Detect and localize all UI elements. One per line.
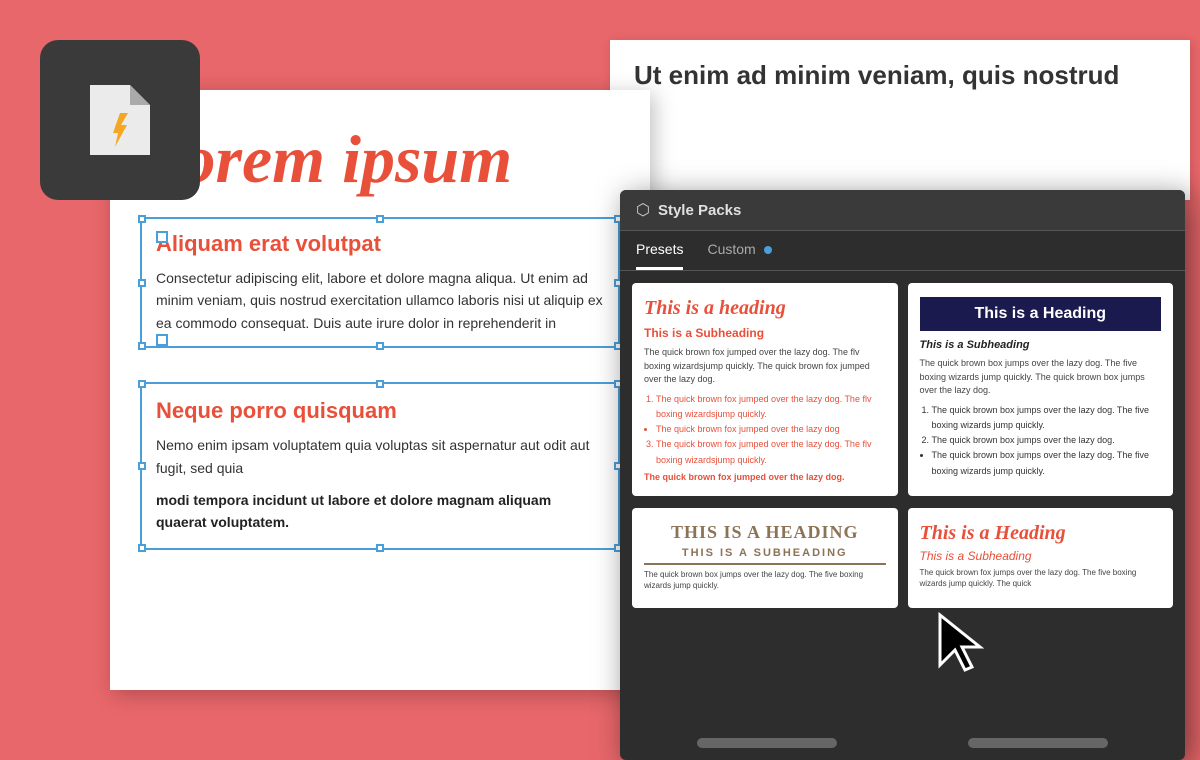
handle2-tl[interactable]: [138, 380, 146, 388]
handle2-lm[interactable]: [138, 462, 146, 470]
section1-body: Consectetur adipiscing elit, labore et d…: [156, 267, 604, 334]
card2-list-item-1: The quick brown box jumps over the lazy …: [932, 403, 1162, 434]
bottom-card-2[interactable]: This is a Heading This is a Subheading T…: [908, 508, 1174, 608]
bottom-card-1[interactable]: THIS IS A HEADING THIS IS A SUBHEADING T…: [632, 508, 898, 608]
style-card-2[interactable]: This is a Heading This is a Subheading T…: [908, 283, 1174, 496]
card1-body: The quick brown fox jumped over the lazy…: [644, 346, 886, 387]
style-cards-grid: This is a heading This is a Subheading T…: [620, 271, 1185, 508]
handle2-bm[interactable]: [376, 544, 384, 552]
bottom-card1-subheading: THIS IS A SUBHEADING: [644, 547, 886, 565]
scrollbar-left[interactable]: [697, 738, 837, 748]
handle-bm[interactable]: [376, 342, 384, 350]
selection-box-1[interactable]: Aliquam erat volutpat Consectetur adipis…: [140, 217, 620, 348]
bottom-cards: THIS IS A HEADING THIS IS A SUBHEADING T…: [620, 508, 1185, 620]
card2-heading-box: This is a Heading: [920, 297, 1162, 331]
cursor-arrow: [930, 605, 990, 680]
card2-list: The quick brown box jumps over the lazy …: [920, 403, 1162, 479]
document-title: Lorem ipsum: [140, 120, 620, 199]
card1-list-item-1: The quick brown fox jumped over the lazy…: [656, 392, 886, 423]
card2-list-item-2: The quick brown box jumps over the lazy …: [932, 433, 1162, 448]
card2-subheading: This is a Subheading: [920, 339, 1162, 351]
app-icon: [40, 40, 200, 200]
selection-box-2[interactable]: Neque porro quisquam Nemo enim ipsam vol…: [140, 382, 620, 550]
card1-bold: The quick brown fox jumped over the lazy…: [644, 472, 886, 482]
section2-bold: modi tempora incidunt ut labore et dolor…: [156, 489, 604, 534]
bg-doc-subtext: ...: [634, 99, 1166, 120]
bottom-card2-body: The quick brown fox jumps over the lazy …: [920, 567, 1162, 589]
bottom-card2-subheading: This is a Subheading: [920, 549, 1162, 563]
handle2-tm[interactable]: [376, 380, 384, 388]
bottom-card1-body: The quick brown box jumps over the lazy …: [644, 569, 886, 591]
scrollbar-right[interactable]: [968, 738, 1108, 748]
bottom-card1-heading: THIS IS A HEADING: [644, 522, 886, 543]
card1-list-item-3: The quick brown fox jumped over the lazy…: [656, 437, 886, 468]
card1-list-item-2: The quick brown fox jumped over the lazy…: [656, 422, 886, 437]
style-card-1[interactable]: This is a heading This is a Subheading T…: [632, 283, 898, 496]
section2-heading: Neque porro quisquam: [156, 398, 604, 424]
card1-heading: This is a heading: [644, 297, 886, 320]
section1-heading: Aliquam erat volutpat: [156, 231, 604, 257]
card2-heading: This is a Heading: [930, 305, 1152, 323]
bg-doc-text: Ut enim ad minim veniam, quis nostrud: [634, 60, 1166, 91]
handle-bl[interactable]: [138, 342, 146, 350]
tab-custom[interactable]: Custom: [707, 241, 771, 270]
card1-list: The quick brown fox jumped over the lazy…: [644, 392, 886, 468]
handle-tm[interactable]: [376, 215, 384, 223]
handle2-bl[interactable]: [138, 544, 146, 552]
style-packs-icon: ⬡: [636, 200, 650, 220]
background-document: Ut enim ad minim veniam, quis nostrud ..…: [610, 40, 1190, 200]
handle-lm[interactable]: [138, 279, 146, 287]
tab-presets[interactable]: Presets: [636, 241, 683, 270]
card1-subheading: This is a Subheading: [644, 326, 886, 340]
panel-title: Style Packs: [658, 202, 741, 219]
section2-body: Nemo enim ipsam voluptatem quia voluptas…: [156, 434, 604, 479]
scrollbar-area: [620, 738, 1185, 748]
card2-body: The quick brown box jumps over the lazy …: [920, 357, 1162, 398]
custom-tab-dot: [764, 246, 772, 254]
card2-list-item-3: The quick brown box jumps over the lazy …: [932, 448, 1162, 479]
panel-tabs: Presets Custom: [620, 231, 1185, 271]
handle-tl[interactable]: [138, 215, 146, 223]
panel-header: ⬡ Style Packs: [620, 190, 1185, 231]
bottom-card2-heading: This is a Heading: [920, 522, 1162, 545]
style-packs-panel: ⬡ Style Packs Presets Custom This is a h…: [620, 190, 1185, 760]
